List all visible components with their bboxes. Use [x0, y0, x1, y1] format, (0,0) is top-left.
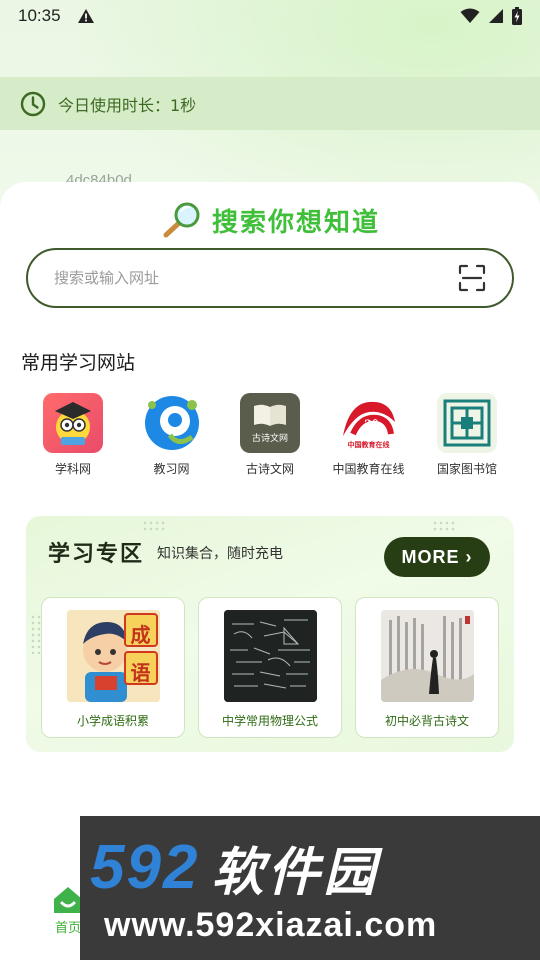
battery-charging-icon — [512, 7, 522, 25]
study-card-label: 中学常用物理公式 — [221, 714, 318, 728]
sites-section-title: 常用学习网站 — [21, 352, 136, 374]
chevron-right-icon: › — [465, 546, 473, 567]
gushiwenwang-logo-icon: 古诗文网 — [240, 393, 300, 453]
clock-icon — [20, 91, 46, 116]
study-card-poems[interactable]: 初中必背古诗文 — [355, 597, 499, 738]
study-zone-subtitle: 知识集合，随时充电 — [157, 546, 283, 562]
physics-formula-thumbnail — [223, 610, 317, 702]
idioms-thumbnail: 成 语 — [66, 610, 160, 702]
jiaoxiwang-logo-icon — [141, 393, 202, 453]
usage-time-text: 今日使用时长：1秒 — [58, 95, 197, 115]
watermark-number: 592 — [90, 832, 200, 902]
sites-list: 学科网 教习网 古诗文网 古诗文网 2° 中国教育在线 中国教育在线 国家图书馆 — [24, 393, 516, 477]
gushiwenwang-logo-text: 古诗文网 — [251, 433, 288, 444]
search-title: 搜索你想知道 — [211, 207, 380, 238]
idioms-char-1: 成 — [130, 623, 151, 647]
status-bar: 10:35 — [0, 0, 540, 32]
site-item-gushiwenwang[interactable]: 古诗文网 古诗文网 — [221, 393, 319, 477]
signal-icon — [489, 9, 503, 23]
site-label: 中国教育在线 — [332, 462, 405, 476]
site-item-xuekewang[interactable]: 学科网 — [24, 393, 122, 477]
status-icons — [460, 7, 522, 25]
idioms-char-2: 语 — [130, 661, 151, 685]
xuekewang-logo-icon — [43, 393, 103, 453]
warning-triangle-icon — [77, 9, 94, 23]
svg-text:2°: 2° — [364, 417, 378, 434]
eol-logo-text: 中国教育在线 — [347, 440, 390, 450]
search-bar[interactable] — [26, 248, 514, 308]
magnifier-icon — [163, 202, 200, 238]
site-label: 教习网 — [153, 462, 190, 476]
status-time: 10:35 — [18, 6, 61, 25]
site-item-nlc[interactable]: 国家图书馆 — [418, 393, 516, 477]
site-label: 学科网 — [54, 462, 91, 476]
watermark-name: 软件园 — [211, 843, 380, 903]
site-item-eol[interactable]: 2° 中国教育在线 中国教育在线 — [320, 393, 418, 477]
usage-time-bar: 今日使用时长：1秒 — [0, 77, 540, 130]
decor-dots — [142, 520, 166, 532]
study-card-idioms[interactable]: 成 语 小学成语积累 — [41, 597, 185, 738]
ancient-poems-thumbnail — [380, 610, 474, 702]
scan-icon[interactable] — [458, 264, 486, 292]
watermark-url: www.592xiazai.com — [104, 906, 438, 944]
study-card-physics[interactable]: 中学常用物理公式 — [198, 597, 342, 738]
study-card-label: 初中必背古诗文 — [384, 714, 469, 728]
search-heading: 搜索你想知道 — [0, 200, 540, 240]
more-button[interactable]: MORE › — [384, 537, 490, 577]
decor-dots — [432, 520, 456, 532]
more-button-label: MORE — [401, 546, 460, 567]
eol-logo-icon: 2° 中国教育在线 — [338, 393, 399, 453]
nlc-logo-icon — [437, 393, 497, 453]
watermark-overlay: 592 软件园 www.592xiazai.com — [80, 816, 540, 960]
study-cards: 成 语 小学成语积累 中学常用物理公式 初中必背古诗文 — [41, 597, 499, 738]
watermark-brand: 592 软件园 — [90, 830, 530, 905]
study-zone-title: 学习专区 — [48, 542, 145, 567]
site-label: 国家图书馆 — [436, 462, 497, 476]
study-card-label: 小学成语积累 — [76, 714, 149, 728]
site-label: 古诗文网 — [245, 462, 294, 476]
search-input[interactable] — [54, 269, 458, 287]
home-label: 首页 — [54, 921, 81, 936]
wifi-icon — [460, 8, 480, 23]
site-item-jiaoxiwang[interactable]: 教习网 — [123, 393, 221, 477]
